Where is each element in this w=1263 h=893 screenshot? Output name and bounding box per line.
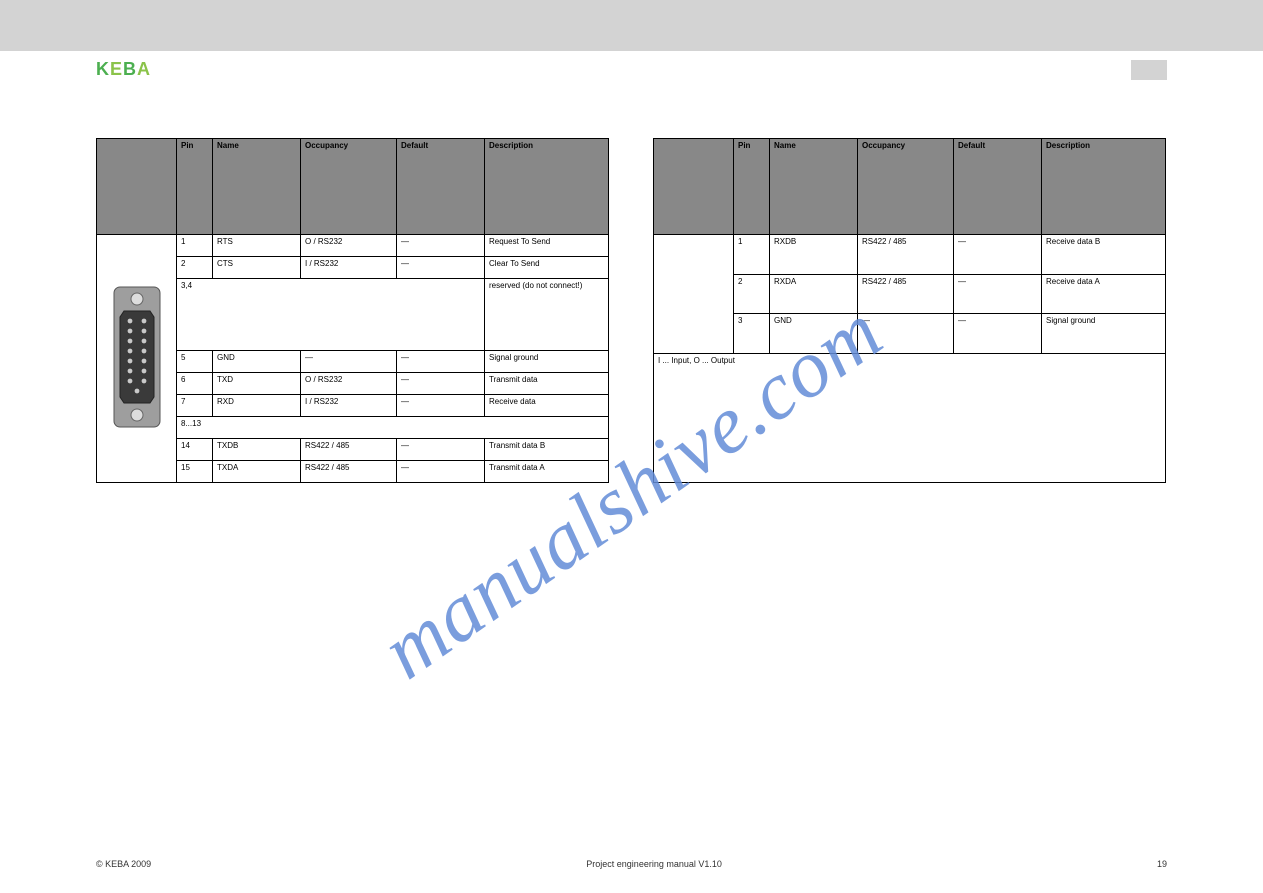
table-cell: 7 <box>177 395 213 417</box>
footer-center: Project engineering manual V1.10 <box>586 859 722 869</box>
table-cell: — <box>858 314 954 354</box>
table-cell: RTS <box>213 235 301 257</box>
table-cell: 6 <box>177 373 213 395</box>
table-cell: Request To Send <box>485 235 609 257</box>
table-cell: TXD <box>213 373 301 395</box>
table-cell: Receive data B <box>1042 235 1166 275</box>
col-occupancy: Occupancy <box>858 139 954 235</box>
table-cell: 2 <box>734 274 770 314</box>
col-default: Default <box>954 139 1042 235</box>
table-cell: Receive data <box>485 395 609 417</box>
table-cell: 5 <box>177 351 213 373</box>
table-cell: RS422 / 485 <box>301 461 397 483</box>
table-cell: — <box>397 257 485 279</box>
col-name: Name <box>770 139 858 235</box>
table-cell: TXDA <box>213 461 301 483</box>
connector-pinout-table-1: Pin Name Occupancy Default Description <box>96 138 609 483</box>
table-cell: 1 <box>177 235 213 257</box>
table-cell: RXD <box>213 395 301 417</box>
col-view <box>97 139 177 235</box>
col-view <box>654 139 734 235</box>
table-cell: Signal ground <box>485 351 609 373</box>
table-cell: 1 <box>734 235 770 275</box>
page-footer: © KEBA 2009 Project engineering manual V… <box>96 859 1167 869</box>
table-cell: — <box>397 235 485 257</box>
table-cell: — <box>397 351 485 373</box>
logo-b: B <box>123 59 137 79</box>
table-cell: GND <box>213 351 301 373</box>
col-description: Description <box>485 139 609 235</box>
connector-image-cell <box>654 235 734 354</box>
table-cell: — <box>397 373 485 395</box>
table-cell: — <box>954 314 1042 354</box>
table-cell: I / RS232 <box>301 257 397 279</box>
table-cell: 3 <box>734 314 770 354</box>
table-cell: Transmit data B <box>485 439 609 461</box>
brand-logo: KEBA <box>96 59 151 80</box>
logo-k: K <box>96 59 110 79</box>
table-cell: I / RS232 <box>301 395 397 417</box>
table-cell: 14 <box>177 439 213 461</box>
table-cell: 15 <box>177 461 213 483</box>
table-cell: GND <box>770 314 858 354</box>
col-pin: Pin <box>734 139 770 235</box>
col-name: Name <box>213 139 301 235</box>
table-cell: — <box>397 461 485 483</box>
db15-connector-icon <box>110 285 164 429</box>
table-cell: O / RS232 <box>301 235 397 257</box>
table-cell-merged: 3,4 <box>177 279 485 351</box>
connector-image-cell <box>97 235 177 483</box>
table-cell: Transmit data A <box>485 461 609 483</box>
table-cell: Transmit data <box>485 373 609 395</box>
page-marker-box <box>1131 60 1167 80</box>
header: KEBA <box>0 51 1263 80</box>
table-cell: RS422 / 485 <box>858 274 954 314</box>
col-occupancy: Occupancy <box>301 139 397 235</box>
logo-e: E <box>110 59 123 79</box>
table-cell: RS422 / 485 <box>301 439 397 461</box>
table-cell: 2 <box>177 257 213 279</box>
table-cell: — <box>397 439 485 461</box>
table-cell: — <box>954 235 1042 275</box>
table-note-cell: I ... Input, O ... Output <box>654 353 1166 482</box>
table-cell: reserved (do not connect!) <box>485 279 609 351</box>
col-default: Default <box>397 139 485 235</box>
footer-right: 19 <box>1157 859 1167 869</box>
top-grey-bar <box>0 0 1263 51</box>
table-cell: — <box>301 351 397 373</box>
table-cell: RXDB <box>770 235 858 275</box>
table-cell: RXDA <box>770 274 858 314</box>
table-cell: Receive data A <box>1042 274 1166 314</box>
table-cell: CTS <box>213 257 301 279</box>
footer-left: © KEBA 2009 <box>96 859 151 869</box>
table-cell: — <box>397 395 485 417</box>
table-cell: RS422 / 485 <box>858 235 954 275</box>
table-cell: TXDB <box>213 439 301 461</box>
table-cell: O / RS232 <box>301 373 397 395</box>
table-cell: Signal ground <box>1042 314 1166 354</box>
table-cell: — <box>954 274 1042 314</box>
col-description: Description <box>1042 139 1166 235</box>
connector-pinout-table-2: Pin Name Occupancy Default Description 1… <box>653 138 1166 483</box>
table-cell: Clear To Send <box>485 257 609 279</box>
col-pin: Pin <box>177 139 213 235</box>
table-cell-merged: 8...13 <box>177 417 609 439</box>
logo-a: A <box>137 59 151 79</box>
